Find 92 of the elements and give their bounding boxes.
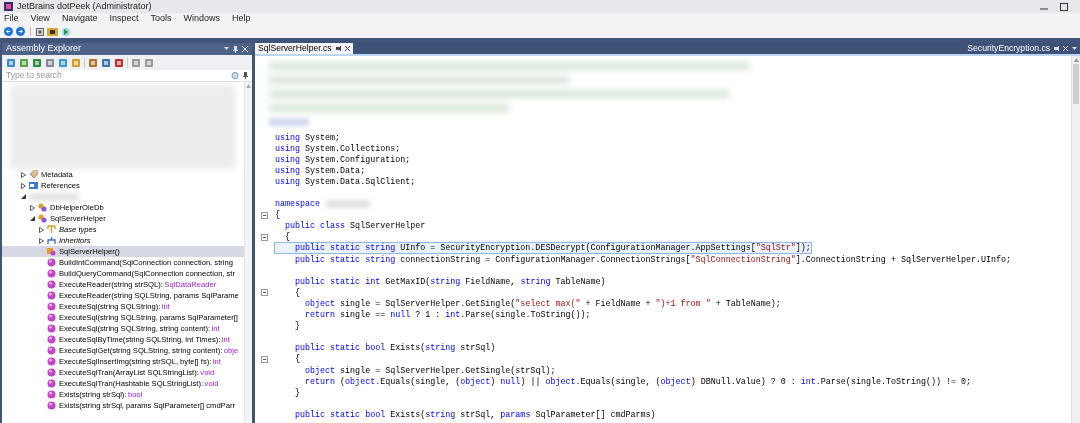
maximize-icon[interactable] [1060, 2, 1068, 11]
constructor-icon [47, 247, 56, 256]
code-line: public static bool Exists(string strSql) [294, 342, 497, 354]
code-line: } [294, 320, 302, 333]
code-line: public static bool Exists(string strSql, params SqlParameter[] cmdParms) [294, 408, 657, 421]
code-line: return (object.Equals(single, (object) null) || object.Equals(single, (object) DBNull.Value) ? 0 : int.Parse(single.ToString()) != 0; [304, 375, 973, 388]
editor-tab[interactable]: SecurityEncryption.cs [964, 43, 1080, 54]
code-line: object single = SqlServerHelper.GetSingle(strSql); [304, 364, 557, 377]
code-line: { [274, 209, 281, 222]
panel-title: Assembly Explorer [6, 42, 82, 56]
hierarchy-icon [47, 225, 56, 234]
dropdown-icon[interactable] [224, 47, 229, 51]
tool-icon[interactable] [45, 57, 55, 68]
search-field[interactable]: Type to search [6, 69, 230, 82]
scroll-up-icon[interactable] [1073, 58, 1079, 62]
tool-icon[interactable] [32, 57, 42, 68]
tool-icon[interactable] [131, 57, 141, 68]
method-icon [47, 258, 56, 267]
menu-item[interactable]: Windows [183, 12, 220, 26]
pin-icon[interactable] [233, 45, 238, 53]
back-icon[interactable] [4, 27, 13, 36]
scrollbar[interactable] [244, 82, 252, 423]
square-icon[interactable] [36, 27, 44, 36]
fold-icon[interactable] [261, 355, 268, 363]
tool-icon[interactable] [58, 57, 68, 68]
folder-icon[interactable] [47, 27, 58, 36]
menu-item[interactable]: File [4, 12, 19, 26]
hierarchy-icon [47, 236, 56, 245]
search-icon[interactable] [230, 71, 239, 80]
menu-item[interactable]: Inspect [109, 12, 139, 26]
code-line: public static int GetMaxID(string FieldName, string TableName) [294, 275, 607, 288]
method-icon [47, 401, 56, 410]
code-line: using System.Data.SqlClient; [274, 175, 417, 188]
close-icon[interactable] [344, 46, 350, 51]
method-icon [47, 313, 56, 322]
run-icon[interactable] [61, 27, 70, 36]
fold-icon[interactable] [261, 211, 268, 219]
code-line: { [294, 353, 302, 366]
fold-icon[interactable] [261, 289, 268, 297]
code-line: using System.Collections; [274, 142, 402, 155]
expanded-icon[interactable] [21, 194, 26, 199]
fold-icon[interactable] [261, 233, 268, 241]
editor-tab[interactable]: SqlServerHelper.cs [255, 43, 353, 54]
code-line: { [284, 231, 292, 244]
method-icon [47, 379, 56, 388]
code-line: using System.Configuration; [274, 153, 412, 166]
pin-icon [335, 46, 341, 51]
method-icon [47, 368, 56, 377]
code-line: public static string connectionString = ConfigurationManager.ConnectionStrings["SqlConnectionString"].ConnectionString + SqlServerHelper.UInfo; [294, 253, 1013, 266]
method-icon [47, 280, 56, 289]
code-line: { [294, 286, 302, 299]
code-line: using System; [274, 131, 342, 144]
dropdown-icon[interactable] [1072, 47, 1077, 50]
method-icon [47, 390, 56, 399]
window-title: JetBrains dotPeek (Administrator) [17, 0, 152, 13]
tool-icon[interactable] [19, 57, 29, 68]
code-line: namespace [274, 198, 372, 211]
menu-item[interactable]: Navigate [61, 12, 98, 26]
blurred-label [29, 192, 79, 201]
references-icon [29, 181, 38, 190]
menu-item[interactable]: Tools [150, 12, 172, 26]
method-icon [47, 335, 56, 344]
code-line: return single == null ? 1 : int.Parse(single.ToString()); [304, 309, 592, 322]
method-icon [47, 269, 56, 278]
scrollbar[interactable] [1071, 56, 1080, 423]
app-icon [4, 2, 13, 11]
collapsed-icon[interactable] [39, 226, 44, 233]
tool-icon[interactable] [88, 57, 98, 68]
tool-icon[interactable] [144, 57, 154, 68]
menu-item[interactable]: Help [231, 12, 251, 26]
collapsed-icon[interactable] [21, 171, 26, 178]
method-icon [47, 357, 56, 366]
collapsed-icon[interactable] [21, 182, 26, 189]
menu-item[interactable]: View [30, 12, 50, 26]
forward-icon[interactable] [16, 27, 25, 36]
code-line: public class SqlServerHelper [284, 220, 427, 232]
method-icon [47, 291, 56, 300]
code-line: } [294, 386, 302, 399]
pin-icon [1054, 46, 1059, 51]
code-line: using System.Data; [274, 164, 367, 177]
method-icon [47, 324, 56, 333]
tool-icon[interactable] [6, 57, 16, 68]
method-icon [47, 346, 56, 355]
collapsed-icon[interactable] [39, 237, 44, 244]
pin-icon[interactable] [243, 72, 248, 79]
code-line: object single = SqlServerHelper.GetSingle("select max(" + FieldName + ")+1 from " + TableName); [304, 297, 782, 310]
expanded-icon[interactable] [30, 216, 35, 221]
tool-icon[interactable] [114, 57, 124, 68]
tool-icon[interactable] [101, 57, 111, 68]
blurred-text [269, 118, 309, 126]
collapsed-icon[interactable] [30, 204, 35, 211]
method-icon [47, 302, 56, 311]
